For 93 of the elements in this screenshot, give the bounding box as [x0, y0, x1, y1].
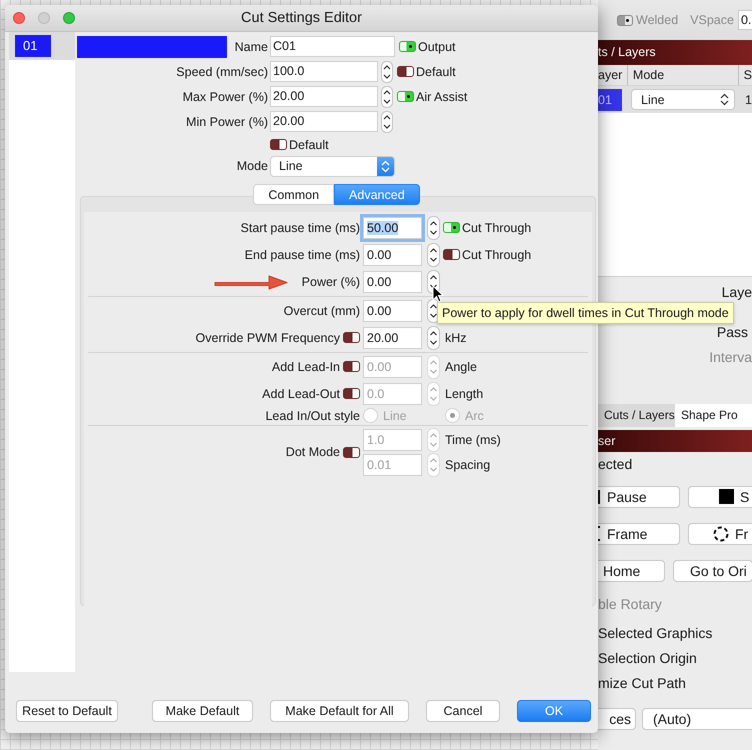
stepper[interactable] [381, 60, 393, 82]
panel-button[interactable]: Frame [598, 522, 680, 544]
field-label: Min Power (%) [186, 114, 268, 128]
dialog-button[interactable]: Make Default for All [270, 700, 409, 722]
tooltip: Power to apply for dwell times in Cut Through mode [437, 302, 734, 324]
option-label: ble Rotary [598, 595, 663, 614]
field-label: Override PWM Frequency [196, 330, 340, 344]
layer-cell: 01 [598, 88, 622, 110]
field-label: Start pause time (ms) [240, 220, 360, 234]
stepper[interactable] [427, 242, 440, 266]
color-swatch[interactable] [77, 36, 227, 58]
field-label: Add Lead-Out [262, 386, 340, 400]
toggle-label: Default [289, 138, 329, 152]
stepper[interactable] [427, 216, 440, 240]
toggle[interactable] [443, 249, 460, 260]
field-label: Overcut (mm) [284, 304, 360, 318]
field-label: Lead In/Out style [265, 408, 360, 422]
toggle-label: Cut Through [462, 248, 532, 262]
field-label: Power (%) [302, 274, 360, 288]
setting-label: Pass [716, 324, 749, 340]
field-label: End pause time (ms) [244, 248, 360, 262]
layer-badge: 01 [15, 35, 51, 57]
field-label: Dot Mode [286, 445, 340, 459]
unit-label: Spacing [445, 458, 490, 472]
input-field[interactable]: 0.00 [363, 270, 422, 292]
input-field[interactable]: 0.00 [363, 300, 422, 322]
panel-header: ts / Layers [598, 40, 752, 65]
select-field[interactable]: (Auto) [642, 708, 752, 730]
column-header[interactable]: S [738, 65, 752, 85]
stepper[interactable] [381, 110, 393, 132]
window-title: Cut Settings Editor [240, 10, 363, 26]
panel-header: ser [598, 430, 752, 452]
option-label[interactable]: Selected Graphics [598, 621, 752, 646]
up-down-arrows-icon [381, 160, 390, 172]
status-text: ected [598, 455, 634, 474]
toggle-label: Output [418, 40, 456, 54]
unit-label: Length [445, 386, 484, 400]
up-down-arrows-icon [720, 93, 729, 106]
close-button[interactable] [13, 12, 25, 24]
welded-toggle[interactable] [617, 14, 633, 26]
setting-label: Laye [722, 284, 752, 300]
unit-label: Time (ms) [445, 432, 501, 446]
toggle[interactable] [397, 66, 414, 77]
unit-label: Angle [445, 360, 477, 374]
unit-label: kHz [445, 330, 467, 344]
input-field[interactable]: 0.00 [363, 244, 422, 266]
panel-button[interactable]: Home [598, 560, 665, 582]
input-field[interactable]: 20.00 [270, 86, 378, 107]
table-row[interactable]: 01 Line 1 [598, 86, 752, 113]
mode-select[interactable]: Line [631, 89, 735, 110]
dialog-button[interactable]: Reset to Default [16, 700, 118, 722]
option-label[interactable]: Selection Origin [598, 646, 752, 671]
panel-button[interactable]: ces [598, 708, 636, 730]
toggle[interactable] [397, 91, 414, 102]
vspace-field[interactable]: 0. [738, 10, 752, 30]
toggle-label: Air Assist [416, 90, 468, 104]
tab[interactable]: Cuts / Layers [598, 404, 675, 427]
field-label: Speed (mm/sec) [176, 64, 268, 78]
vspace-label: VSpace [690, 13, 734, 27]
panel-button[interactable]: Fr [688, 522, 752, 544]
input-field[interactable]: 20.00 [270, 111, 378, 132]
toggle[interactable] [399, 41, 416, 52]
cursor-icon [432, 285, 444, 303]
input-field[interactable]: 100.0 [270, 61, 378, 82]
stepper[interactable] [427, 326, 440, 350]
tab[interactable]: Shape Pro [675, 404, 752, 427]
column-header[interactable]: Mode [628, 65, 739, 85]
field-label: Add Lead-In [272, 360, 340, 374]
setting-label: Interva [709, 349, 752, 365]
toggle[interactable] [270, 139, 287, 150]
stepper[interactable] [381, 86, 393, 108]
welded-label: Welded [636, 13, 678, 27]
input-field[interactable]: C01 [270, 36, 395, 57]
dialog-button[interactable]: Cancel [426, 700, 500, 722]
toggle[interactable] [343, 332, 360, 343]
field-label: Mode [236, 159, 268, 173]
layer-item[interactable]: 01 [9, 32, 75, 60]
panel-button[interactable]: S [688, 486, 752, 508]
dialog-button[interactable]: Make Default [152, 700, 253, 722]
dashed-circle-icon [713, 526, 729, 542]
panel-button[interactable]: Go to Ori [673, 560, 752, 582]
stop-icon [719, 489, 734, 504]
toggle-label: Default [416, 64, 456, 78]
field-label: Name [234, 40, 268, 54]
field-label: Max Power (%) [182, 90, 268, 104]
tab[interactable]: Common [253, 184, 334, 205]
panel-button[interactable]: Pause [598, 486, 680, 508]
mode-select[interactable]: Line [270, 156, 395, 176]
toggle-label: Cut Through [462, 220, 532, 234]
option-label[interactable]: mize Cut Path [598, 671, 752, 696]
toggle[interactable] [443, 222, 460, 233]
table-cell: 1 [745, 92, 752, 106]
input-field[interactable]: 20.00 [363, 326, 422, 348]
